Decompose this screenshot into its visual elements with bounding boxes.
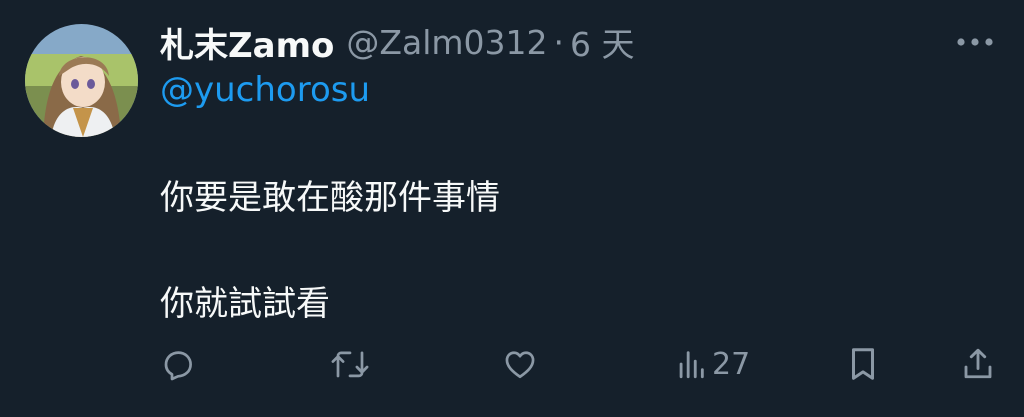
share-button[interactable] [960, 342, 996, 386]
display-name[interactable]: 札末Zamo [160, 18, 334, 67]
reply-mention-link[interactable]: @yuchorosu [160, 70, 370, 110]
tweet-card[interactable]: 札末Zamo @Zalm0312 · 6 天 @yuchorosu 你要是敢在酸… [0, 0, 1024, 417]
user-handle[interactable]: @Zalm0312 [346, 23, 547, 62]
reply-button[interactable] [160, 342, 196, 386]
reply-icon [164, 351, 192, 381]
tweet-text-line-1: 你要是敢在酸那件事情 [160, 178, 500, 218]
retweet-button[interactable] [330, 342, 370, 386]
tweet-header: 札末Zamo @Zalm0312 · 6 天 [160, 18, 635, 66]
timestamp[interactable]: 6 天 [570, 18, 635, 66]
avatar-image [25, 24, 138, 137]
tweet-text-line-2: 你就試試看 [160, 284, 330, 324]
more-options-button[interactable] [950, 24, 1000, 60]
views-button[interactable]: 27 [676, 342, 750, 386]
more-horizontal-icon [957, 38, 993, 46]
heart-icon [505, 351, 535, 379]
separator-dot: · [553, 22, 565, 62]
avatar[interactable] [25, 24, 138, 137]
like-button[interactable] [502, 342, 538, 386]
bookmark-icon [851, 348, 875, 380]
bookmark-button[interactable] [846, 342, 880, 386]
views-bar-chart-icon [679, 351, 704, 379]
share-icon [964, 348, 992, 379]
retweet-icon [331, 351, 369, 378]
views-count: 27 [712, 346, 751, 382]
